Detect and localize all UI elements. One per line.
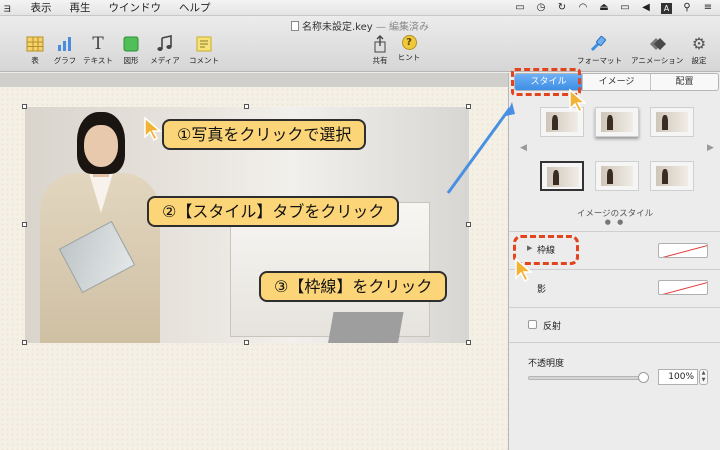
media-button[interactable]: メディア: [145, 35, 185, 66]
eject-icon[interactable]: ⏏: [598, 0, 610, 16]
reflection-label: 反射: [543, 322, 562, 332]
hint-label: ヒント: [397, 53, 421, 62]
wifi-icon[interactable]: ◠: [577, 0, 589, 16]
toolbar: 名称未設定.key — 編集済み 表 グラフ T テキスト 図形 メディア コメ…: [0, 16, 720, 72]
shadow-label[interactable]: 影: [537, 282, 546, 295]
menu-app[interactable]: ョ: [0, 0, 22, 15]
opacity-slider-knob[interactable]: [638, 372, 649, 383]
animate-button[interactable]: アニメーション: [631, 35, 683, 66]
paintbrush-icon: [589, 35, 607, 53]
style-thumbnail[interactable]: [540, 161, 584, 191]
opacity-stepper[interactable]: ▲ ▼: [699, 369, 708, 385]
selection-handle[interactable]: [22, 104, 27, 109]
menu-view[interactable]: 表示: [22, 0, 61, 15]
selection-handle[interactable]: [22, 222, 27, 227]
document-icon: [290, 21, 299, 31]
cursor-arrow-icon: [569, 88, 588, 114]
settings-label: 設定: [691, 56, 707, 65]
cursor-arrow-icon: [144, 116, 163, 142]
status-icons: ▭ ◷ ↻ ◠ ⏏ ▭ ◀ A ⚲ ≡: [514, 0, 714, 16]
menu-help[interactable]: ヘルプ: [170, 0, 220, 15]
table-icon: [26, 35, 44, 53]
next-arrow-icon[interactable]: ▶: [707, 143, 714, 153]
format-button[interactable]: フォーマット: [577, 35, 622, 66]
divider: [509, 342, 720, 343]
hint-button[interactable]: ? ヒント: [389, 35, 429, 63]
image-style-grid: ◀ ▶: [509, 95, 720, 203]
opacity-label: 不透明度: [528, 359, 565, 369]
airplay-icon[interactable]: ▭: [514, 0, 526, 16]
divider: [509, 307, 720, 308]
opacity-field[interactable]: 100%: [658, 369, 698, 385]
selection-handle[interactable]: [22, 340, 27, 345]
pointer-arrow: [446, 102, 515, 194]
tab-image[interactable]: イメージ: [583, 74, 651, 90]
callout-step1: ①写真をクリックで選択: [162, 119, 367, 150]
settings-button[interactable]: ⚙ 設定: [684, 35, 714, 66]
selection-handle[interactable]: [244, 104, 249, 109]
shape-icon: [122, 35, 140, 53]
list-icon[interactable]: ≡: [702, 0, 714, 16]
battery-icon[interactable]: ▭: [619, 0, 631, 16]
share-icon: [371, 35, 389, 53]
cursor-arrow-icon: [515, 257, 534, 283]
format-label: フォーマット: [577, 56, 622, 65]
media-label: メディア: [150, 56, 180, 65]
menu-bar: ョ 表示 再生 ウインドウ ヘルプ ▭ ◷ ↻ ◠ ⏏ ▭ ◀ A ⚲ ≡: [0, 0, 720, 16]
shadow-swatch[interactable]: [658, 280, 708, 295]
media-icon: [156, 35, 174, 53]
style-thumbnail[interactable]: [595, 161, 639, 191]
menu-play[interactable]: 再生: [61, 0, 100, 15]
text-icon: T: [92, 34, 104, 54]
comment-label: コメント: [189, 56, 219, 65]
border-swatch[interactable]: [658, 243, 708, 258]
opacity-slider[interactable]: [528, 376, 644, 380]
selection-handle[interactable]: [466, 340, 471, 345]
laptop-image: [326, 312, 404, 343]
style-thumbnail[interactable]: [650, 107, 694, 137]
comment-button[interactable]: コメント: [184, 35, 224, 66]
tab-arrange[interactable]: 配置: [651, 74, 718, 90]
animate-label: アニメーション: [631, 56, 684, 65]
style-thumbnail[interactable]: [650, 161, 694, 191]
comment-icon: [195, 35, 213, 53]
callout-step2: ②【スタイル】タブをクリック: [147, 196, 400, 227]
input-source-icon[interactable]: A: [661, 2, 672, 14]
document-name: 名称未設定.key: [301, 22, 373, 33]
stepper-up-icon[interactable]: ▲: [702, 370, 706, 376]
callout-step3: ③【枠線】をクリック: [259, 271, 448, 302]
divider: [509, 231, 720, 232]
animate-icon: [648, 35, 666, 53]
selection-handle[interactable]: [466, 222, 471, 227]
hint-icon: ?: [401, 35, 417, 50]
stepper-down-icon[interactable]: ▼: [702, 377, 706, 383]
selection-handle[interactable]: [244, 340, 249, 345]
person-face: [84, 125, 118, 167]
sync-icon[interactable]: ↻: [556, 0, 568, 16]
previous-arrow-icon[interactable]: ◀: [520, 143, 527, 153]
reflection-checkbox[interactable]: [528, 320, 537, 329]
chart-icon: [56, 35, 74, 53]
style-thumbnail[interactable]: [595, 107, 639, 137]
time-machine-icon[interactable]: ◷: [535, 0, 547, 16]
window-title: 名称未設定.key — 編集済み: [0, 18, 720, 33]
menu-window[interactable]: ウインドウ: [100, 0, 171, 15]
divider: [509, 269, 720, 270]
page-indicator[interactable]: ● ●: [509, 218, 720, 226]
edit-state: — 編集済み: [375, 22, 430, 33]
volume-icon[interactable]: ◀: [640, 0, 652, 16]
gear-icon: ⚙: [691, 34, 707, 53]
search-icon[interactable]: ⚲: [681, 0, 693, 16]
